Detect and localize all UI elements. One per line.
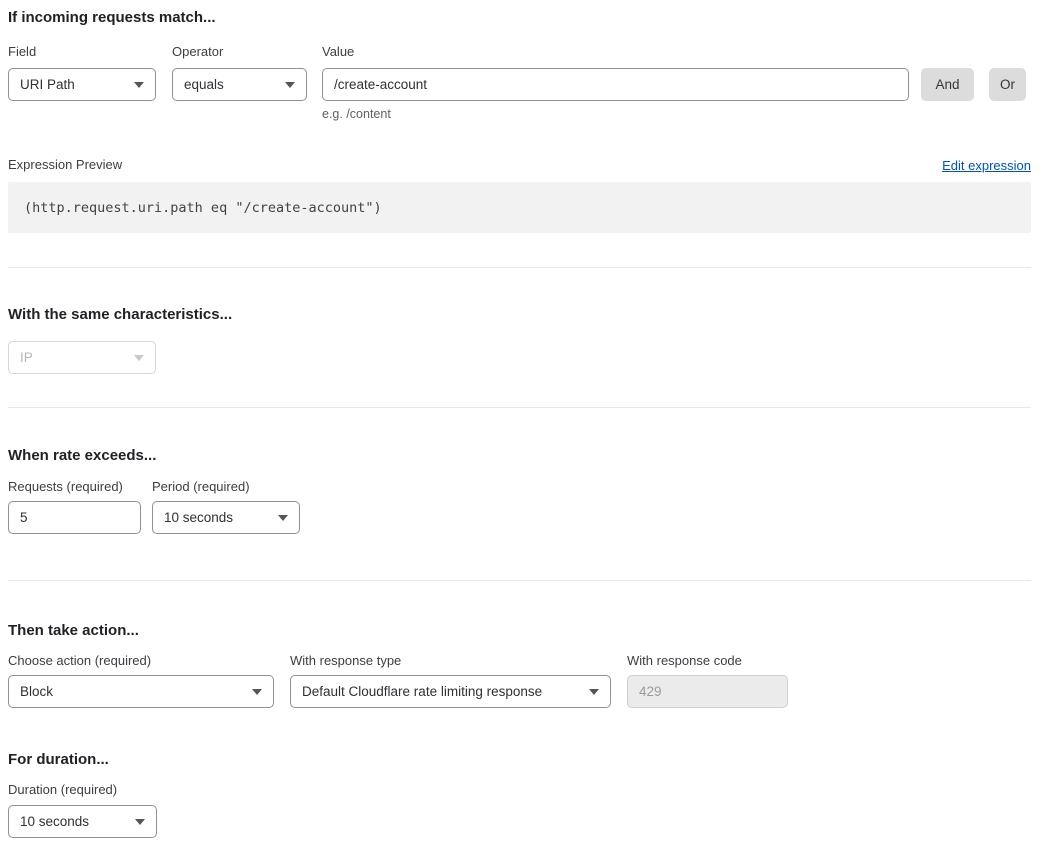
action-labels-row: Choose action (required) With response t… — [8, 653, 1031, 669]
characteristics-heading: With the same characteristics... — [8, 305, 1031, 324]
duration-select-value: 10 seconds — [20, 814, 89, 829]
rate-limiting-rule-form: If incoming requests match... Field Oper… — [0, 0, 1048, 842]
chevron-down-icon — [134, 82, 144, 88]
field-label: Field — [8, 44, 156, 60]
field-select-value: URI Path — [20, 77, 75, 92]
section-divider — [8, 580, 1031, 581]
requests-label: Requests (required) — [8, 479, 141, 495]
value-label: Value — [322, 44, 909, 60]
chevron-down-icon — [134, 355, 144, 361]
chevron-down-icon — [589, 689, 599, 695]
match-controls-row: URI Path equals And Or — [8, 68, 1031, 101]
section-duration: For duration... Duration (required) 10 s… — [8, 750, 1031, 838]
section-rate: When rate exceeds... Requests (required)… — [8, 446, 1031, 534]
response-code-label: With response code — [627, 653, 788, 669]
response-type-select[interactable]: Default Cloudflare rate limiting respons… — [290, 675, 611, 708]
period-select[interactable]: 10 seconds — [152, 501, 300, 534]
period-label: Period (required) — [152, 479, 300, 495]
characteristic-select-value: IP — [20, 350, 33, 365]
operator-select[interactable]: equals — [172, 68, 307, 101]
section-divider — [8, 267, 1031, 268]
and-button[interactable]: And — [921, 68, 974, 101]
response-type-select-value: Default Cloudflare rate limiting respons… — [302, 684, 542, 699]
requests-input[interactable] — [8, 501, 141, 534]
characteristic-select: IP — [8, 341, 156, 374]
response-code-input-wrap — [627, 675, 788, 708]
duration-select[interactable]: 10 seconds — [8, 805, 157, 838]
or-button[interactable]: Or — [989, 68, 1026, 101]
action-select-value: Block — [20, 684, 53, 699]
response-type-label: With response type — [290, 653, 611, 669]
section-characteristics: With the same characteristics... IP — [8, 305, 1031, 374]
response-code-input — [627, 675, 788, 708]
match-heading: If incoming requests match... — [8, 8, 1031, 27]
chevron-down-icon — [278, 515, 288, 521]
chevron-down-icon — [135, 819, 145, 825]
operator-select-value: equals — [184, 77, 224, 92]
section-match: If incoming requests match... Field Oper… — [8, 8, 1031, 233]
duration-label: Duration (required) — [8, 782, 1031, 798]
field-select[interactable]: URI Path — [8, 68, 156, 101]
edit-expression-link[interactable]: Edit expression — [942, 158, 1031, 173]
operator-label: Operator — [172, 44, 307, 60]
expression-preview-code: (http.request.uri.path eq "/create-accou… — [8, 182, 1031, 233]
requests-input-wrap — [8, 501, 141, 534]
choose-action-label: Choose action (required) — [8, 653, 274, 669]
action-controls-row: Block Default Cloudflare rate limiting r… — [8, 675, 1031, 708]
duration-heading: For duration... — [8, 750, 1031, 769]
rate-labels-row: Requests (required) Period (required) — [8, 479, 1031, 495]
value-helper-text: e.g. /content — [322, 107, 1031, 122]
match-labels-row: Field Operator Value — [8, 44, 1031, 60]
chevron-down-icon — [285, 82, 295, 88]
value-input-wrap — [322, 68, 909, 101]
expression-preview-label: Expression Preview — [8, 157, 122, 173]
value-input[interactable] — [322, 68, 909, 101]
expression-preview-row: Expression Preview Edit expression — [8, 157, 1031, 173]
section-divider — [8, 407, 1031, 408]
rate-heading: When rate exceeds... — [8, 446, 1031, 465]
rate-controls-row: 10 seconds — [8, 501, 1031, 534]
action-select[interactable]: Block — [8, 675, 274, 708]
chevron-down-icon — [252, 689, 262, 695]
action-heading: Then take action... — [8, 621, 1031, 640]
section-action: Then take action... Choose action (requi… — [8, 621, 1031, 708]
period-select-value: 10 seconds — [164, 510, 233, 525]
